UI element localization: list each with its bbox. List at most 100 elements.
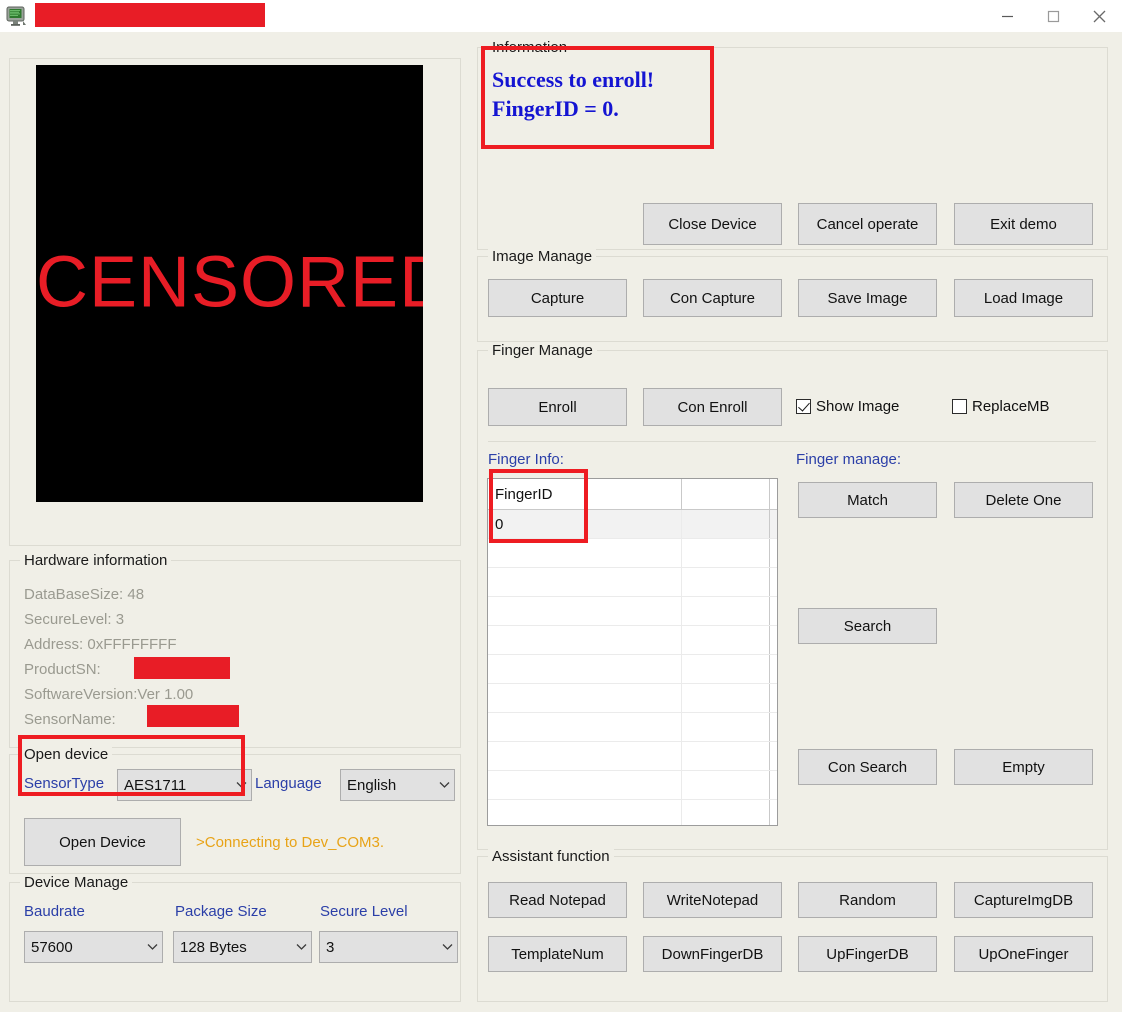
hardware-line-secure-level: SecureLevel: 3 [24, 611, 125, 628]
table-header-cell: FingerID [488, 479, 682, 509]
con-enroll-button[interactable]: Con Enroll [643, 388, 782, 426]
hardware-information-label: Hardware information [20, 552, 172, 569]
package-size-select[interactable]: 128 Bytes [173, 931, 312, 963]
window-controls [984, 0, 1122, 32]
table-cell [682, 800, 770, 825]
product-sn-censored [134, 657, 230, 679]
table-cell [488, 655, 682, 683]
write-notepad-button[interactable]: WriteNotepad [643, 882, 782, 918]
up-finger-db-button[interactable]: UpFingerDB [798, 936, 937, 972]
close-button[interactable] [1076, 0, 1122, 32]
hardware-line-sensor-name: SensorName: [24, 711, 116, 728]
table-row[interactable] [488, 800, 777, 825]
table-cell [770, 510, 777, 538]
baudrate-label: Baudrate [24, 903, 85, 920]
table-cell [770, 742, 777, 770]
table-cell [682, 597, 770, 625]
chevron-down-icon [434, 770, 454, 800]
table-cell [488, 800, 682, 825]
sensor-type-label: SensorType [24, 775, 105, 792]
table-cell [488, 771, 682, 799]
table-cell [682, 684, 770, 712]
table-row[interactable] [488, 742, 777, 771]
table-row[interactable] [488, 597, 777, 626]
assistant-function-group: Assistant function Read Notepad WriteNot… [477, 848, 1108, 1002]
hardware-information-group: Hardware information DataBaseSize: 48 Se… [9, 552, 461, 748]
image-manage-group: Image Manage Capture Con Capture Save Im… [477, 248, 1108, 342]
table-row[interactable] [488, 655, 777, 684]
maximize-button[interactable] [1030, 0, 1076, 32]
fingerprint-image-preview: CENSORED [36, 65, 423, 502]
hardware-line-address: Address: 0xFFFFFFFF [24, 636, 177, 653]
show-image-label: Show Image [816, 398, 900, 415]
replacemb-checkbox[interactable]: ReplaceMB [952, 398, 1050, 415]
table-cell [488, 713, 682, 741]
open-device-button[interactable]: Open Device [24, 818, 181, 866]
device-manage-label: Device Manage [20, 874, 133, 891]
table-row[interactable] [488, 684, 777, 713]
random-button[interactable]: Random [798, 882, 937, 918]
table-cell [770, 771, 777, 799]
save-image-button[interactable]: Save Image [798, 279, 937, 317]
search-button[interactable]: Search [798, 608, 937, 644]
con-search-button[interactable]: Con Search [798, 749, 937, 785]
table-row[interactable] [488, 713, 777, 742]
connection-status-text: >Connecting to Dev_COM3. [196, 834, 385, 851]
application-window: CENSORED Hardware information DataBaseSi… [0, 0, 1122, 1012]
cancel-operate-button[interactable]: Cancel operate [798, 203, 937, 245]
sensor-name-censored [147, 705, 239, 727]
hardware-line-database-size: DataBaseSize: 48 [24, 586, 145, 603]
up-one-finger-button[interactable]: UpOneFinger [954, 936, 1093, 972]
table-row[interactable] [488, 568, 777, 597]
sensor-type-value: AES1711 [124, 776, 187, 794]
capture-img-db-button[interactable]: CaptureImgDB [954, 882, 1093, 918]
con-capture-button[interactable]: Con Capture [643, 279, 782, 317]
language-select[interactable]: English [340, 769, 455, 801]
minimize-button[interactable] [984, 0, 1030, 32]
finger-info-table[interactable]: FingerID 0 [487, 478, 778, 826]
close-device-button[interactable]: Close Device [643, 203, 782, 245]
sensor-type-select[interactable]: AES1711 [117, 769, 252, 801]
title-bar [0, 0, 1122, 32]
table-cell [682, 568, 770, 596]
information-label: Information [488, 39, 572, 56]
language-label: Language [255, 775, 322, 792]
device-app-icon [5, 4, 29, 28]
finger-info-label: Finger Info: [488, 451, 564, 468]
assistant-function-label: Assistant function [488, 848, 614, 865]
chevron-down-icon [437, 932, 457, 962]
device-manage-group: Device Manage Baudrate Package Size Secu… [9, 874, 461, 1002]
table-row[interactable] [488, 771, 777, 800]
baudrate-select[interactable]: 57600 [24, 931, 163, 963]
table-cell [488, 626, 682, 654]
secure-level-select[interactable]: 3 [319, 931, 458, 963]
client-area: CENSORED Hardware information DataBaseSi… [0, 32, 1122, 1012]
table-row[interactable] [488, 626, 777, 655]
checkbox-box-checked [796, 399, 811, 414]
table-cell [488, 742, 682, 770]
load-image-button[interactable]: Load Image [954, 279, 1093, 317]
table-cell [682, 539, 770, 567]
empty-button[interactable]: Empty [954, 749, 1093, 785]
table-cell [488, 568, 682, 596]
finger-manage-sub-label: Finger manage: [796, 451, 902, 468]
table-header-cell [770, 479, 777, 509]
show-image-checkbox[interactable]: Show Image [796, 398, 899, 415]
match-button[interactable]: Match [798, 482, 937, 518]
capture-button[interactable]: Capture [488, 279, 627, 317]
table-cell: 0 [488, 510, 682, 538]
table-cell [770, 684, 777, 712]
exit-demo-button[interactable]: Exit demo [954, 203, 1093, 245]
read-notepad-button[interactable]: Read Notepad [488, 882, 627, 918]
table-cell [682, 771, 770, 799]
delete-one-button[interactable]: Delete One [954, 482, 1093, 518]
down-finger-db-button[interactable]: DownFingerDB [643, 936, 782, 972]
table-cell [682, 510, 770, 538]
table-header-cell [682, 479, 770, 509]
table-row[interactable]: 0 [488, 510, 777, 539]
table-cell [682, 713, 770, 741]
table-row[interactable] [488, 539, 777, 568]
enroll-button[interactable]: Enroll [488, 388, 627, 426]
template-num-button[interactable]: TemplateNum [488, 936, 627, 972]
section-divider [488, 441, 1096, 442]
